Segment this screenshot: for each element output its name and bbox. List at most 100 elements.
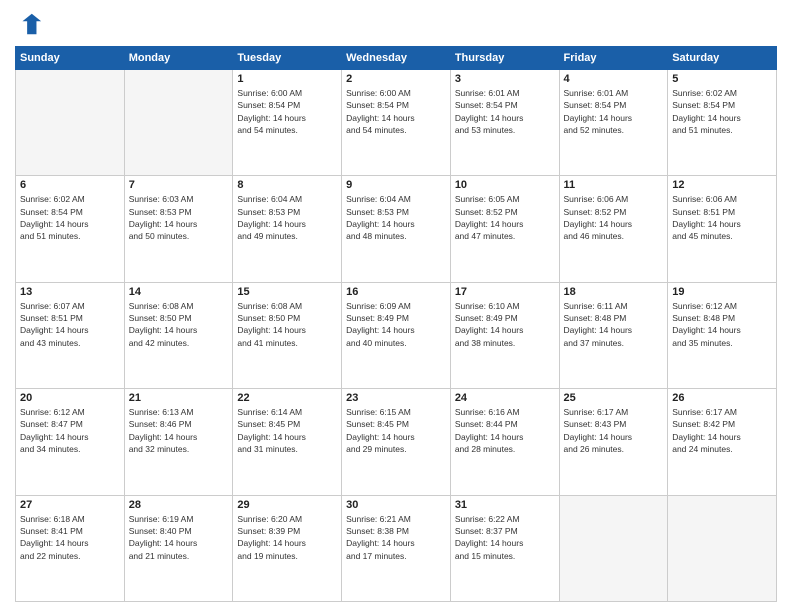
day-cell (668, 495, 777, 601)
col-header-monday: Monday (124, 47, 233, 70)
day-cell: 16 Sunrise: 6:09 AM Sunset: 8:49 PM Dayli… (342, 282, 451, 388)
day-info: Sunrise: 6:04 AM Sunset: 8:53 PM Dayligh… (237, 193, 337, 242)
day-number: 30 (346, 499, 446, 511)
day-cell: 7 Sunrise: 6:03 AM Sunset: 8:53 PM Daylig… (124, 176, 233, 282)
day-cell (124, 70, 233, 176)
col-header-sunday: Sunday (16, 47, 125, 70)
day-info: Sunrise: 6:15 AM Sunset: 8:45 PM Dayligh… (346, 406, 446, 455)
logo (15, 10, 45, 38)
calendar-table: SundayMondayTuesdayWednesdayThursdayFrid… (15, 46, 777, 602)
day-info: Sunrise: 6:11 AM Sunset: 8:48 PM Dayligh… (564, 300, 664, 349)
day-cell: 3 Sunrise: 6:01 AM Sunset: 8:54 PM Daylig… (450, 70, 559, 176)
week-row-2: 6 Sunrise: 6:02 AM Sunset: 8:54 PM Daylig… (16, 176, 777, 282)
day-info: Sunrise: 6:17 AM Sunset: 8:42 PM Dayligh… (672, 406, 772, 455)
day-number: 1 (237, 73, 337, 85)
day-number: 3 (455, 73, 555, 85)
day-info: Sunrise: 6:03 AM Sunset: 8:53 PM Dayligh… (129, 193, 229, 242)
day-info: Sunrise: 6:05 AM Sunset: 8:52 PM Dayligh… (455, 193, 555, 242)
week-row-1: 1 Sunrise: 6:00 AM Sunset: 8:54 PM Daylig… (16, 70, 777, 176)
day-number: 18 (564, 286, 664, 298)
col-header-saturday: Saturday (668, 47, 777, 70)
day-cell: 4 Sunrise: 6:01 AM Sunset: 8:54 PM Daylig… (559, 70, 668, 176)
day-cell: 12 Sunrise: 6:06 AM Sunset: 8:51 PM Dayli… (668, 176, 777, 282)
day-cell: 18 Sunrise: 6:11 AM Sunset: 8:48 PM Dayli… (559, 282, 668, 388)
day-cell: 22 Sunrise: 6:14 AM Sunset: 8:45 PM Dayli… (233, 389, 342, 495)
day-number: 17 (455, 286, 555, 298)
day-cell: 17 Sunrise: 6:10 AM Sunset: 8:49 PM Dayli… (450, 282, 559, 388)
day-cell: 6 Sunrise: 6:02 AM Sunset: 8:54 PM Daylig… (16, 176, 125, 282)
day-cell: 14 Sunrise: 6:08 AM Sunset: 8:50 PM Dayli… (124, 282, 233, 388)
logo-icon (15, 10, 43, 38)
day-number: 12 (672, 179, 772, 191)
day-info: Sunrise: 6:08 AM Sunset: 8:50 PM Dayligh… (237, 300, 337, 349)
day-info: Sunrise: 6:22 AM Sunset: 8:37 PM Dayligh… (455, 513, 555, 562)
day-cell: 30 Sunrise: 6:21 AM Sunset: 8:38 PM Dayli… (342, 495, 451, 601)
day-number: 2 (346, 73, 446, 85)
day-info: Sunrise: 6:08 AM Sunset: 8:50 PM Dayligh… (129, 300, 229, 349)
day-cell: 28 Sunrise: 6:19 AM Sunset: 8:40 PM Dayli… (124, 495, 233, 601)
day-info: Sunrise: 6:01 AM Sunset: 8:54 PM Dayligh… (455, 87, 555, 136)
day-cell: 23 Sunrise: 6:15 AM Sunset: 8:45 PM Dayli… (342, 389, 451, 495)
day-number: 29 (237, 499, 337, 511)
page: SundayMondayTuesdayWednesdayThursdayFrid… (0, 0, 792, 612)
day-info: Sunrise: 6:12 AM Sunset: 8:48 PM Dayligh… (672, 300, 772, 349)
day-number: 24 (455, 392, 555, 404)
day-cell: 29 Sunrise: 6:20 AM Sunset: 8:39 PM Dayli… (233, 495, 342, 601)
day-cell (559, 495, 668, 601)
day-cell: 20 Sunrise: 6:12 AM Sunset: 8:47 PM Dayli… (16, 389, 125, 495)
day-number: 23 (346, 392, 446, 404)
day-number: 4 (564, 73, 664, 85)
day-cell: 8Sunrise: 6:04 AM Sunset: 8:53 PM Daylig… (233, 176, 342, 282)
day-number: 21 (129, 392, 229, 404)
day-info: Sunrise: 6:09 AM Sunset: 8:49 PM Dayligh… (346, 300, 446, 349)
day-number: 10 (455, 179, 555, 191)
day-info: Sunrise: 6:06 AM Sunset: 8:52 PM Dayligh… (564, 193, 664, 242)
day-number: 14 (129, 286, 229, 298)
day-number: 13 (20, 286, 120, 298)
day-cell: 10 Sunrise: 6:05 AM Sunset: 8:52 PM Dayli… (450, 176, 559, 282)
week-row-4: 20 Sunrise: 6:12 AM Sunset: 8:47 PM Dayli… (16, 389, 777, 495)
day-info: Sunrise: 6:20 AM Sunset: 8:39 PM Dayligh… (237, 513, 337, 562)
day-info: Sunrise: 6:16 AM Sunset: 8:44 PM Dayligh… (455, 406, 555, 455)
col-header-friday: Friday (559, 47, 668, 70)
day-cell: 15 Sunrise: 6:08 AM Sunset: 8:50 PM Dayli… (233, 282, 342, 388)
day-number: 31 (455, 499, 555, 511)
day-number: 25 (564, 392, 664, 404)
day-cell: 26 Sunrise: 6:17 AM Sunset: 8:42 PM Dayli… (668, 389, 777, 495)
day-number: 27 (20, 499, 120, 511)
day-number: 16 (346, 286, 446, 298)
day-number: 11 (564, 179, 664, 191)
day-info: Sunrise: 6:21 AM Sunset: 8:38 PM Dayligh… (346, 513, 446, 562)
day-number: 20 (20, 392, 120, 404)
day-info: Sunrise: 6:13 AM Sunset: 8:46 PM Dayligh… (129, 406, 229, 455)
day-info: Sunrise: 6:07 AM Sunset: 8:51 PM Dayligh… (20, 300, 120, 349)
day-info: Sunrise: 6:10 AM Sunset: 8:49 PM Dayligh… (455, 300, 555, 349)
day-info: Sunrise: 6:00 AM Sunset: 8:54 PM Dayligh… (237, 87, 337, 136)
day-number: 15 (237, 286, 337, 298)
day-cell: 5 Sunrise: 6:02 AM Sunset: 8:54 PM Daylig… (668, 70, 777, 176)
day-cell: 31 Sunrise: 6:22 AM Sunset: 8:37 PM Dayli… (450, 495, 559, 601)
day-info: Sunrise: 6:14 AM Sunset: 8:45 PM Dayligh… (237, 406, 337, 455)
day-info: Sunrise: 6:12 AM Sunset: 8:47 PM Dayligh… (20, 406, 120, 455)
day-number: 6 (20, 179, 120, 191)
day-cell (16, 70, 125, 176)
day-cell: 9Sunrise: 6:04 AM Sunset: 8:53 PM Daylig… (342, 176, 451, 282)
day-number: 5 (672, 73, 772, 85)
day-number: 7 (129, 179, 229, 191)
day-cell: 27 Sunrise: 6:18 AM Sunset: 8:41 PM Dayli… (16, 495, 125, 601)
day-number: 26 (672, 392, 772, 404)
day-number: 28 (129, 499, 229, 511)
day-number: 19 (672, 286, 772, 298)
day-info: Sunrise: 6:01 AM Sunset: 8:54 PM Dayligh… (564, 87, 664, 136)
day-number: 9 (346, 179, 446, 191)
day-info: Sunrise: 6:02 AM Sunset: 8:54 PM Dayligh… (20, 193, 120, 242)
col-header-thursday: Thursday (450, 47, 559, 70)
day-info: Sunrise: 6:19 AM Sunset: 8:40 PM Dayligh… (129, 513, 229, 562)
col-header-wednesday: Wednesday (342, 47, 451, 70)
day-cell: 24 Sunrise: 6:16 AM Sunset: 8:44 PM Dayli… (450, 389, 559, 495)
day-number: 22 (237, 392, 337, 404)
day-cell: 1 Sunrise: 6:00 AM Sunset: 8:54 PM Daylig… (233, 70, 342, 176)
day-info: Sunrise: 6:02 AM Sunset: 8:54 PM Dayligh… (672, 87, 772, 136)
day-info: Sunrise: 6:06 AM Sunset: 8:51 PM Dayligh… (672, 193, 772, 242)
day-info: Sunrise: 6:18 AM Sunset: 8:41 PM Dayligh… (20, 513, 120, 562)
